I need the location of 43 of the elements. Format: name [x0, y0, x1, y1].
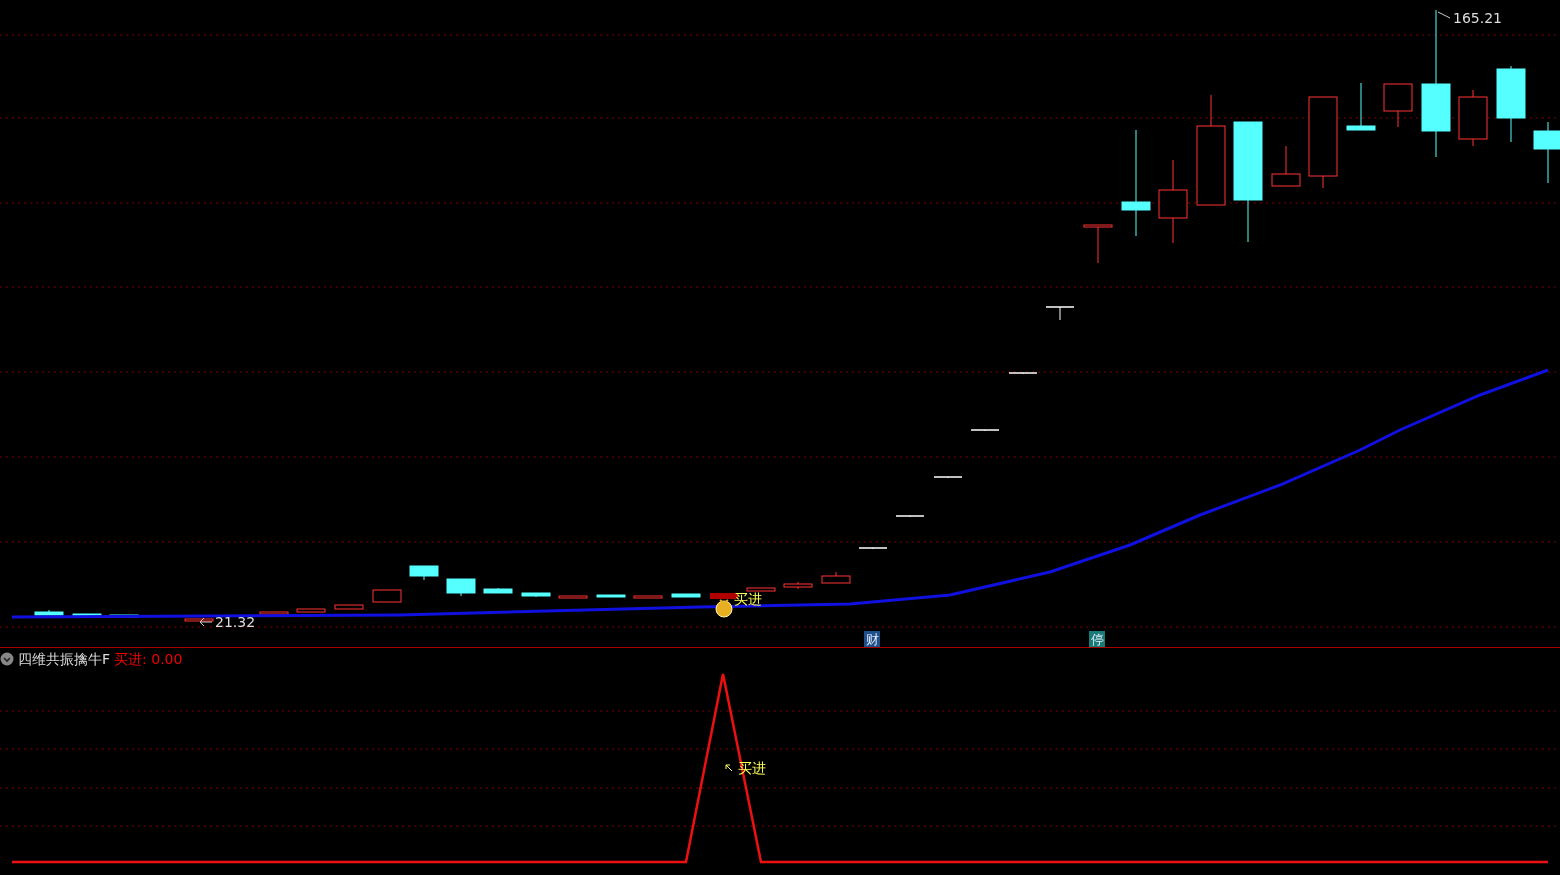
candlestick — [1271, 145, 1301, 187]
candlestick — [1458, 89, 1488, 147]
candlestick — [372, 589, 402, 603]
candlestick — [970, 429, 1000, 432]
candlestick — [1383, 83, 1413, 128]
collapse-icon[interactable] — [0, 652, 14, 666]
candlestick — [483, 587, 513, 594]
event-marker-label: 财 — [865, 632, 879, 647]
candlestick — [34, 609, 64, 616]
candlestick — [184, 618, 214, 622]
arrow-icon — [725, 764, 733, 772]
candlestick — [521, 592, 551, 598]
indicator-value: 买进: 0.00 — [114, 649, 183, 669]
candlestick — [858, 547, 888, 550]
high-price-label: 165.21 — [1453, 10, 1502, 26]
candlestick — [671, 593, 701, 598]
candlestick — [1008, 372, 1038, 375]
candlestick — [109, 614, 139, 618]
candlestick — [821, 571, 851, 584]
candlestick — [446, 578, 476, 597]
candlestick — [1083, 224, 1113, 264]
candlestick — [783, 581, 813, 590]
candlestick — [1533, 121, 1560, 184]
indicator-name: 四维共振擒牛F — [18, 649, 111, 669]
candlestick — [259, 611, 289, 615]
arrow-icon — [199, 617, 213, 627]
low-price-label: 21.32 — [215, 614, 256, 630]
candlestick — [296, 608, 326, 613]
candlestick — [895, 515, 925, 518]
buy-signal-label: 买进 — [734, 591, 762, 607]
candlestick — [746, 587, 776, 592]
event-marker-label: 停 — [1090, 632, 1104, 647]
candlestick — [334, 604, 364, 610]
candlestick — [72, 613, 102, 617]
high-price-leader — [1437, 11, 1451, 19]
money-bag-icon — [715, 599, 733, 618]
candlestick — [409, 565, 439, 581]
candlestick — [1045, 306, 1075, 321]
candlestick — [1346, 82, 1376, 131]
candlestick — [633, 595, 663, 599]
candlestick — [933, 476, 963, 479]
candlestick — [596, 594, 626, 598]
candlestick — [558, 595, 588, 599]
